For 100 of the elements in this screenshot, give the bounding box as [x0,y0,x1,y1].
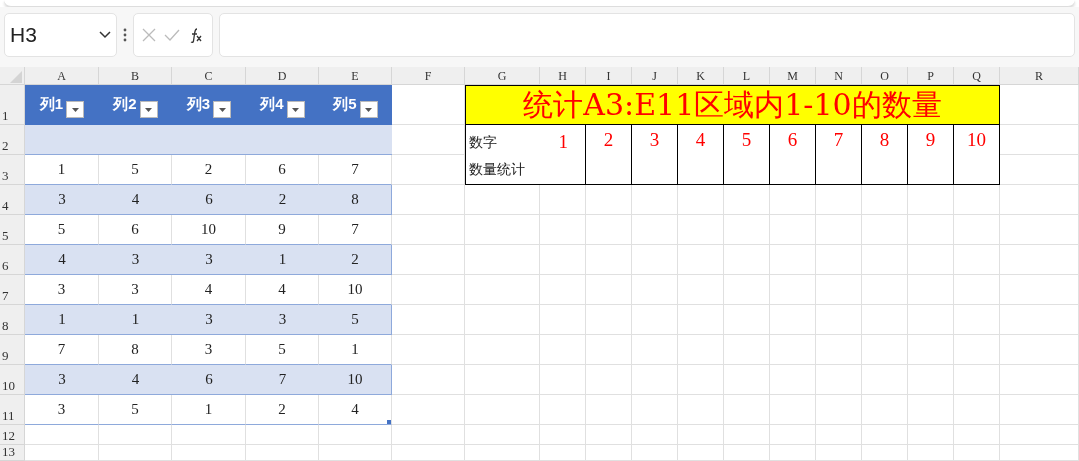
row-number[interactable]: 4 [0,185,25,215]
grid-cell[interactable] [816,445,862,461]
grid-cell[interactable] [770,365,816,395]
grid-cell[interactable] [586,335,632,365]
grid-cell[interactable] [908,305,954,335]
grid-cell[interactable] [1000,185,1079,215]
grid-cell[interactable] [246,445,319,461]
grid-cell[interactable] [908,445,954,461]
column-header[interactable]: R [1000,67,1079,85]
grid-cell[interactable] [465,245,540,275]
grid-cell[interactable] [908,425,954,445]
row-number[interactable]: 9 [0,335,25,365]
grid-cell[interactable] [25,445,99,461]
grid-cell[interactable] [954,335,1000,365]
grid-cell[interactable] [1000,395,1079,425]
grid-cell[interactable] [540,185,586,215]
grid-cell[interactable] [392,245,465,275]
grid-cell[interactable] [465,335,540,365]
grid-cell[interactable] [392,425,465,445]
grid-cell[interactable] [862,275,908,305]
grid-cell[interactable] [99,445,172,461]
grid-cell[interactable] [816,425,862,445]
grid-cell[interactable] [770,215,816,245]
grid-cell[interactable] [586,365,632,395]
grid-cell[interactable] [862,215,908,245]
more-vertical-icon[interactable] [123,28,127,42]
grid-cell[interactable] [392,335,465,365]
grid-cell[interactable] [816,395,862,425]
grid-cell[interactable] [1000,275,1079,305]
grid-cell[interactable] [724,395,770,425]
grid-cell[interactable] [770,425,816,445]
row-number[interactable]: 5 [0,215,25,245]
grid-cell[interactable] [816,185,862,215]
row-number[interactable]: 12 [0,425,25,445]
grid-cell[interactable] [954,215,1000,245]
grid-cell[interactable] [99,425,172,445]
grid-cell[interactable] [678,245,724,275]
function-icon[interactable] [188,27,204,43]
row-number[interactable]: 2 [0,125,25,155]
grid-cell[interactable] [724,245,770,275]
grid-cell[interactable] [678,445,724,461]
grid-cell[interactable] [632,365,678,395]
row-number[interactable]: 7 [0,275,25,305]
grid-cell[interactable] [954,395,1000,425]
grid-cell[interactable] [908,395,954,425]
checkmark-icon[interactable] [164,29,180,41]
grid-cell[interactable] [632,245,678,275]
grid-cell[interactable] [816,245,862,275]
grid-cell[interactable] [1000,85,1079,125]
grid-cell[interactable] [954,445,1000,461]
grid-cell[interactable] [586,305,632,335]
filter-dropdown-button[interactable] [286,101,305,118]
grid-cell[interactable] [1000,125,1079,155]
grid-cell[interactable] [724,215,770,245]
resize-handle[interactable] [387,420,391,424]
grid-cell[interactable] [908,215,954,245]
grid-cell[interactable] [770,305,816,335]
grid-cell[interactable] [632,275,678,305]
grid-cell[interactable] [392,215,465,245]
grid-cell[interactable] [1000,305,1079,335]
grid-cell[interactable] [25,425,99,445]
grid-cell[interactable] [1000,155,1079,185]
grid-cell[interactable] [540,305,586,335]
grid-cell[interactable] [678,395,724,425]
grid-cell[interactable] [392,305,465,335]
row-number[interactable]: 10 [0,365,25,395]
grid-cell[interactable] [632,305,678,335]
grid-cell[interactable] [770,395,816,425]
grid-cell[interactable] [862,305,908,335]
grid-cell[interactable] [724,445,770,461]
grid-cell[interactable] [954,425,1000,445]
grid-cell[interactable] [586,275,632,305]
grid-cell[interactable] [465,185,540,215]
grid-cell[interactable] [586,445,632,461]
grid-cell[interactable] [908,275,954,305]
grid-cell[interactable] [954,275,1000,305]
grid-cell[interactable] [678,425,724,445]
grid-cell[interactable] [540,275,586,305]
grid-cell[interactable] [678,215,724,245]
filter-dropdown-button[interactable] [359,101,378,118]
grid-cell[interactable] [632,395,678,425]
grid-cell[interactable] [392,185,465,215]
column-header[interactable]: F [392,67,465,85]
grid-cell[interactable] [954,305,1000,335]
grid-cell[interactable] [586,395,632,425]
grid-cell[interactable] [392,275,465,305]
grid-cell[interactable] [908,365,954,395]
grid-cell[interactable] [1000,245,1079,275]
grid-cell[interactable] [862,445,908,461]
grid-cell[interactable] [724,335,770,365]
grid-cell[interactable] [632,185,678,215]
row-number[interactable]: 8 [0,305,25,335]
grid-cell[interactable] [862,245,908,275]
grid-cell[interactable] [862,395,908,425]
grid-cell[interactable] [540,335,586,365]
grid-cell[interactable] [319,445,392,461]
grid-cell[interactable] [392,395,465,425]
grid-cell[interactable] [1000,215,1079,245]
grid-cell[interactable] [770,445,816,461]
grid-cell[interactable] [586,185,632,215]
